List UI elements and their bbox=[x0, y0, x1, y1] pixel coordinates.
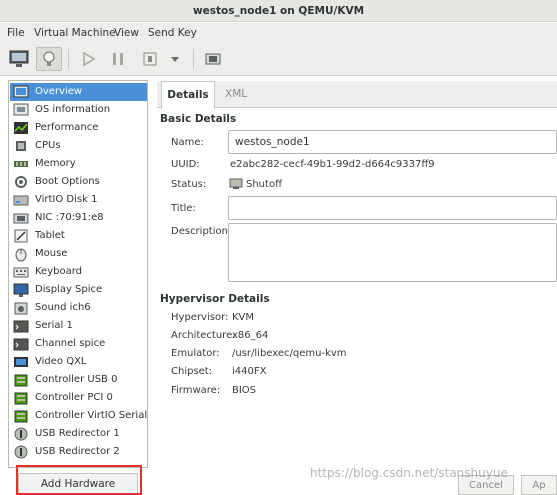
detail-tabs: Details XML bbox=[157, 81, 557, 109]
controller-icon bbox=[14, 374, 28, 387]
title-field[interactable] bbox=[228, 196, 557, 220]
firmware-value: BIOS bbox=[232, 385, 257, 396]
video-icon bbox=[14, 357, 28, 367]
hardware-item-tablet[interactable]: Tablet bbox=[10, 227, 147, 245]
hardware-item-boot-options[interactable]: Boot Options bbox=[10, 173, 147, 191]
description-label: Description: bbox=[171, 226, 232, 237]
hardware-item-channel-spice[interactable]: Channel spice bbox=[10, 335, 147, 353]
hardware-item-keyboard[interactable]: Keyboard bbox=[10, 263, 147, 281]
fullscreen-button[interactable] bbox=[201, 47, 225, 71]
hardware-list[interactable]: Overview OS information Performance CPUs… bbox=[8, 80, 148, 468]
run-button[interactable] bbox=[76, 47, 100, 71]
hardware-item-overview[interactable]: Overview bbox=[10, 83, 147, 101]
menu-send-key[interactable]: Send Key bbox=[148, 27, 197, 39]
menu-file[interactable]: File bbox=[7, 27, 25, 39]
hardware-item-nic[interactable]: NIC :70:91:e8 bbox=[10, 209, 147, 227]
channel-icon bbox=[13, 338, 29, 351]
play-icon bbox=[83, 51, 96, 67]
lightbulb-icon bbox=[43, 51, 55, 66]
window-title-bar: westos_node1 on QEMU/KVM bbox=[0, 0, 557, 22]
os-info-icon bbox=[13, 103, 29, 116]
chevron-down-icon bbox=[171, 57, 179, 62]
console-button[interactable] bbox=[6, 47, 32, 71]
fullscreen-icon bbox=[205, 53, 221, 65]
boot-options-icon bbox=[15, 176, 27, 188]
hardware-item-os-information[interactable]: OS information bbox=[10, 101, 147, 119]
menu-bar: File Virtual Machine View Send Key bbox=[0, 23, 557, 43]
hardware-item-controller-usb-0[interactable]: Controller USB 0 bbox=[10, 371, 147, 389]
toolbar bbox=[0, 43, 557, 76]
hardware-item-serial-1[interactable]: Serial 1 bbox=[10, 317, 147, 335]
shutdown-dropdown[interactable] bbox=[166, 47, 184, 71]
hardware-item-usb-redirector-1[interactable]: USB Redirector 1 bbox=[10, 425, 147, 443]
controller-icon bbox=[14, 392, 28, 405]
emulator-label: Emulator: bbox=[171, 348, 220, 359]
hardware-item-mouse[interactable]: Mouse bbox=[10, 245, 147, 263]
description-field[interactable] bbox=[228, 223, 557, 282]
chipset-value: i440FX bbox=[232, 366, 267, 377]
hardware-item-display-spice[interactable]: Display Spice bbox=[10, 281, 147, 299]
hardware-item-memory[interactable]: Memory bbox=[10, 155, 147, 173]
details-button[interactable] bbox=[36, 47, 62, 71]
name-field[interactable]: westos_node1 bbox=[228, 130, 557, 154]
disk-icon bbox=[13, 195, 29, 206]
toolbar-separator bbox=[68, 49, 69, 69]
usb-redirector-icon bbox=[14, 427, 28, 441]
add-hardware-button[interactable]: Add Hardware bbox=[18, 473, 138, 495]
emulator-value: /usr/libexec/qemu-kvm bbox=[232, 348, 347, 359]
hardware-item-usb-redirector-2[interactable]: USB Redirector 2 bbox=[10, 443, 147, 461]
toolbar-separator bbox=[193, 49, 194, 69]
hypervisor-label: Hypervisor: bbox=[171, 312, 229, 323]
hardware-item-controller-pci-0[interactable]: Controller PCI 0 bbox=[10, 389, 147, 407]
hardware-item-performance[interactable]: Performance bbox=[10, 119, 147, 137]
serial-icon bbox=[13, 320, 29, 333]
hypervisor-details-heading: Hypervisor Details bbox=[160, 293, 270, 305]
title-label: Title: bbox=[171, 203, 196, 214]
hardware-item-cpus[interactable]: CPUs bbox=[10, 137, 147, 155]
keyboard-icon bbox=[13, 267, 29, 278]
tab-details[interactable]: Details bbox=[161, 81, 215, 109]
architecture-value: x86_64 bbox=[232, 330, 269, 341]
cpu-icon bbox=[16, 141, 26, 151]
display-icon bbox=[13, 283, 29, 297]
controller-icon bbox=[14, 410, 28, 423]
monitor-icon bbox=[9, 50, 29, 67]
apply-button[interactable]: Ap bbox=[521, 475, 557, 495]
hardware-item-controller-virtio-serial-0[interactable]: Controller VirtIO Serial 0 bbox=[10, 407, 147, 425]
uuid-value: e2abc282-cecf-49b1-99d2-d664c9337ff9 bbox=[230, 159, 435, 170]
window-title: westos_node1 on QEMU/KVM bbox=[192, 5, 365, 17]
chipset-label: Chipset: bbox=[171, 366, 213, 377]
name-value: westos_node1 bbox=[235, 136, 310, 148]
overview-icon bbox=[13, 85, 29, 98]
status-label: Status: bbox=[171, 179, 207, 190]
usb-redirector-icon bbox=[14, 445, 28, 459]
shutdown-button[interactable] bbox=[138, 47, 162, 71]
shutoff-icon bbox=[229, 178, 243, 189]
status-value: Shutoff bbox=[246, 179, 282, 190]
pause-button[interactable] bbox=[106, 47, 130, 71]
architecture-label: Architecture: bbox=[171, 330, 236, 341]
mouse-icon bbox=[15, 248, 27, 262]
memory-icon bbox=[14, 161, 28, 167]
hardware-item-virtio-disk-1[interactable]: VirtIO Disk 1 bbox=[10, 191, 147, 209]
firmware-label: Firmware: bbox=[171, 385, 221, 396]
tab-xml[interactable]: XML bbox=[225, 81, 247, 108]
power-icon bbox=[143, 52, 157, 66]
tablet-icon bbox=[14, 229, 28, 243]
performance-icon bbox=[14, 122, 28, 134]
hardware-item-video-qxl[interactable]: Video QXL bbox=[10, 353, 147, 371]
menu-view[interactable]: View bbox=[114, 27, 139, 39]
hypervisor-value: KVM bbox=[232, 312, 255, 323]
basic-details-heading: Basic Details bbox=[160, 113, 237, 125]
hardware-item-sound-ich6[interactable]: Sound ich6 bbox=[10, 299, 147, 317]
nic-icon bbox=[13, 213, 29, 224]
sound-icon bbox=[14, 302, 28, 315]
uuid-label: UUID: bbox=[171, 159, 200, 170]
menu-virtual-machine[interactable]: Virtual Machine bbox=[34, 27, 116, 39]
name-label: Name: bbox=[171, 137, 204, 148]
pause-icon bbox=[113, 53, 123, 65]
watermark-text: https://blog.csdn.net/stanshuyue bbox=[310, 466, 508, 480]
